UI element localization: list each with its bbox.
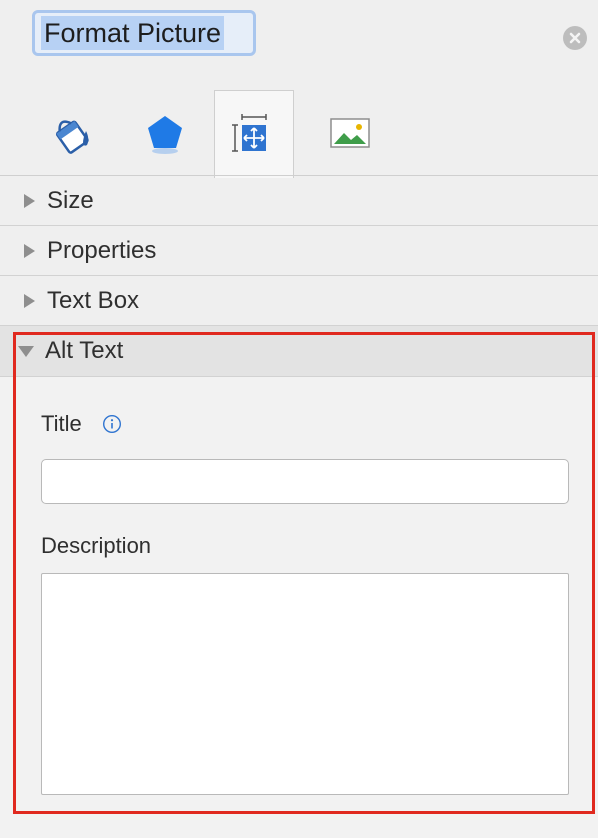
info-icon[interactable] xyxy=(102,414,122,439)
pane-title: Format Picture xyxy=(41,16,225,50)
section-size[interactable]: Size xyxy=(0,176,598,226)
paint-bucket-icon xyxy=(55,120,89,154)
section-text-box[interactable]: Text Box xyxy=(0,276,598,326)
format-tabs xyxy=(0,90,598,178)
tab-effects[interactable] xyxy=(125,90,205,176)
description-textarea[interactable] xyxy=(41,573,569,795)
picture-icon xyxy=(330,118,370,148)
expand-triangle-icon xyxy=(24,243,35,258)
close-icon[interactable] xyxy=(563,26,587,50)
title-input[interactable] xyxy=(41,459,569,504)
pentagon-effects-icon xyxy=(148,116,182,154)
section-label: Alt Text xyxy=(45,337,124,364)
section-label: Properties xyxy=(47,236,157,264)
description-label: Description xyxy=(41,533,152,558)
tab-picture[interactable] xyxy=(310,90,390,176)
section-label: Size xyxy=(47,186,94,214)
section-label: Text Box xyxy=(47,286,140,314)
collapse-triangle-icon xyxy=(18,345,34,357)
expand-triangle-icon xyxy=(24,193,35,208)
section-properties[interactable]: Properties xyxy=(0,226,598,276)
expand-triangle-icon xyxy=(24,293,35,308)
format-picture-pane: Format Picture Size Properties Text Box … xyxy=(0,0,598,838)
title-label: Title xyxy=(41,411,82,436)
tab-fill-line[interactable] xyxy=(34,90,114,176)
pane-title-box[interactable]: Format Picture xyxy=(32,10,256,56)
size-properties-icon xyxy=(232,113,267,152)
section-alt-text[interactable]: Alt Text xyxy=(0,326,598,377)
tab-size-properties[interactable] xyxy=(214,90,294,178)
